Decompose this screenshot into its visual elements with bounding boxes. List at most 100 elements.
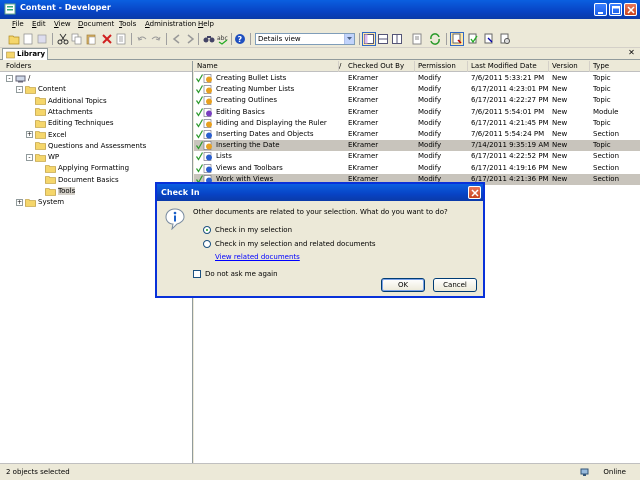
forward-icon[interactable] bbox=[184, 33, 196, 45]
radio-check-in-related[interactable] bbox=[203, 240, 211, 248]
folder-node[interactable]: Additional Topics bbox=[35, 96, 107, 107]
cell-permission: Modify bbox=[418, 152, 442, 161]
folder-icon bbox=[25, 198, 36, 207]
table-row[interactable]: Creating Bullet Lists EKramer Modify 7/6/20… bbox=[194, 73, 640, 84]
new-folder-icon[interactable] bbox=[8, 33, 20, 45]
toolbar-separator bbox=[359, 33, 360, 45]
cell-type: Topic bbox=[593, 141, 611, 150]
properties-toggle[interactable] bbox=[410, 32, 424, 46]
redo-icon[interactable] bbox=[150, 33, 162, 45]
folder-node[interactable]: Applying Formatting bbox=[45, 163, 129, 174]
table-row[interactable]: Editing Basics EKramer Modify 7/6/2011 5:54… bbox=[194, 107, 640, 118]
cancel-checkout-icon[interactable] bbox=[482, 32, 496, 46]
cell-last-modified: 6/17/2011 4:22:52 PM bbox=[471, 152, 549, 161]
column-header-last-modified[interactable]: Last Modified Date bbox=[468, 61, 549, 72]
cell-checked-out-by: EKramer bbox=[348, 107, 379, 116]
cell-permission: Modify bbox=[418, 74, 442, 82]
find-icon[interactable] bbox=[203, 33, 215, 45]
tab-strip: Library ✕ bbox=[0, 48, 640, 60]
folder-icon bbox=[35, 153, 46, 162]
check-out-toggle[interactable] bbox=[450, 32, 464, 46]
undo-icon[interactable] bbox=[136, 33, 148, 45]
folder-node[interactable]: + System bbox=[16, 197, 64, 208]
menu-tools[interactable]: Tools bbox=[119, 20, 136, 28]
view-select-value: Details view bbox=[258, 35, 301, 43]
collapse-icon[interactable]: - bbox=[16, 85, 23, 93]
cell-permission: Modify bbox=[418, 85, 442, 94]
folder-node[interactable]: - Content bbox=[16, 84, 66, 95]
collapse-icon[interactable]: - bbox=[26, 153, 33, 161]
close-window-button[interactable] bbox=[624, 3, 637, 16]
spelling-icon[interactable]: abc bbox=[217, 33, 229, 45]
folder-node[interactable]: Editing Techniques bbox=[35, 118, 114, 129]
dialog-close-button[interactable] bbox=[468, 186, 481, 199]
menu-help[interactable]: Help bbox=[198, 20, 214, 28]
copy-icon[interactable] bbox=[71, 33, 83, 45]
folder-label: / bbox=[28, 74, 31, 82]
expand-icon[interactable]: + bbox=[16, 198, 23, 206]
details-view-toggle[interactable] bbox=[362, 32, 376, 46]
refresh-icon[interactable] bbox=[428, 32, 442, 46]
option-check-in-selection-label: Check in my selection bbox=[215, 226, 293, 234]
do-not-ask-checkbox[interactable] bbox=[193, 270, 201, 278]
radio-check-in-selection[interactable] bbox=[203, 226, 211, 234]
dialog-title: Check In bbox=[157, 184, 483, 201]
collapse-icon[interactable]: - bbox=[6, 74, 13, 82]
folder-node[interactable]: + Excel bbox=[26, 130, 67, 141]
expand-icon[interactable]: + bbox=[26, 131, 33, 138]
help-icon[interactable]: ? bbox=[234, 33, 246, 45]
folder-node[interactable]: - / bbox=[6, 73, 30, 84]
maximize-button[interactable] bbox=[609, 3, 622, 16]
menu-edit[interactable]: Edit bbox=[32, 20, 46, 28]
menu-view[interactable]: View bbox=[54, 20, 71, 28]
properties-icon[interactable] bbox=[115, 33, 127, 45]
folder-node[interactable]: Tools bbox=[45, 186, 76, 197]
menu-administration[interactable]: Administration bbox=[145, 20, 196, 28]
new-document-icon[interactable] bbox=[22, 33, 34, 45]
cell-type: Section bbox=[593, 130, 620, 138]
cell-type: Module bbox=[593, 107, 619, 116]
table-row[interactable]: Lists EKramer Modify 6/17/2011 4:22:52 PM Ne… bbox=[194, 151, 640, 162]
column-header-version[interactable]: Version bbox=[549, 61, 590, 72]
check-in-icon[interactable] bbox=[466, 32, 480, 46]
paste-icon[interactable] bbox=[85, 33, 97, 45]
folder-node[interactable]: Document Basics bbox=[45, 175, 119, 186]
outline-icon[interactable] bbox=[36, 33, 48, 45]
folder-label: Excel bbox=[48, 130, 67, 139]
folder-node[interactable]: - WP bbox=[26, 152, 59, 163]
table-row[interactable]: Views and Toolbars EKramer Modify 6/17/2011… bbox=[194, 163, 640, 174]
table-row[interactable]: Hiding and Displaying the Ruler EKramer Mo… bbox=[194, 118, 640, 129]
folder-node[interactable]: Questions and Assessments bbox=[35, 141, 146, 152]
folder-node[interactable]: Attachments bbox=[35, 107, 93, 118]
table-row[interactable]: Inserting the Date EKramer Modify 7/14/2011… bbox=[194, 140, 640, 152]
cell-name: Views and Toolbars bbox=[216, 163, 283, 172]
close-tab-icon[interactable]: ✕ bbox=[627, 49, 636, 58]
column-header-checked-out-by[interactable]: Checked Out By bbox=[345, 61, 415, 72]
folder-label: System bbox=[38, 198, 65, 207]
view-related-documents-link[interactable]: View related documents bbox=[215, 253, 300, 261]
menu-file[interactable]: File bbox=[12, 20, 24, 28]
ok-button[interactable]: OK bbox=[381, 278, 425, 292]
table-row[interactable]: Creating Outlines EKramer Modify 6/17/2011 … bbox=[194, 95, 640, 106]
history-icon[interactable] bbox=[498, 32, 512, 46]
table-row[interactable]: Creating Number Lists EKramer Modify 6/17/2… bbox=[194, 84, 640, 95]
column-header-permission[interactable]: Permission bbox=[415, 61, 468, 72]
toolbar-separator bbox=[250, 33, 251, 45]
table-row[interactable]: Inserting Dates and Objects EKramer Modify… bbox=[194, 129, 640, 140]
cell-permission: Modify bbox=[418, 96, 442, 105]
split-horizontal-toggle[interactable] bbox=[376, 32, 390, 46]
cell-type: Topic bbox=[593, 118, 611, 127]
minimize-button[interactable] bbox=[594, 3, 607, 16]
column-header-type[interactable]: Type bbox=[590, 61, 640, 72]
cell-last-modified: 7/14/2011 9:35:19 AM bbox=[471, 141, 549, 150]
split-vertical-toggle[interactable] bbox=[390, 32, 404, 46]
column-header-name[interactable]: Name bbox=[194, 61, 339, 72]
view-select[interactable]: Details view bbox=[255, 33, 355, 45]
chevron-down-icon[interactable] bbox=[344, 34, 354, 44]
cut-icon[interactable] bbox=[57, 33, 69, 45]
back-icon[interactable] bbox=[171, 33, 183, 45]
cancel-button[interactable]: Cancel bbox=[433, 278, 477, 292]
menu-document[interactable]: Document bbox=[78, 20, 114, 28]
tab-library[interactable]: Library bbox=[2, 48, 48, 60]
delete-icon[interactable] bbox=[101, 33, 113, 45]
